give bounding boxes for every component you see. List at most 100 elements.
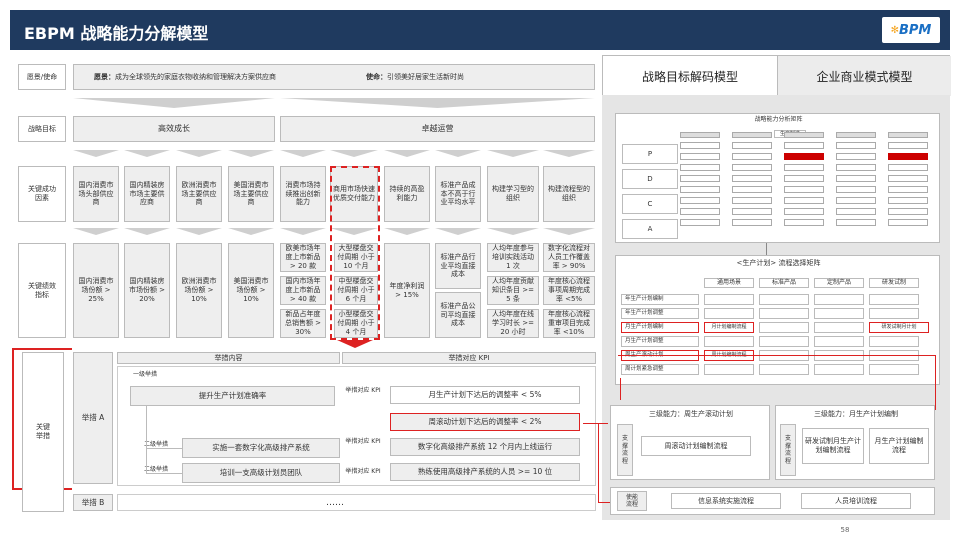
kpi-tag-2: 举措对应 KPI xyxy=(345,438,381,446)
grid-bar xyxy=(732,219,772,226)
matrix-row-label: 月生产计划编制 xyxy=(621,322,699,333)
csf-item: 国内精装房市场主要供应商 xyxy=(124,166,170,222)
grid-bar xyxy=(784,197,824,204)
grid-bar xyxy=(732,197,772,204)
matrix-cell xyxy=(759,308,809,319)
enabling-process-1[interactable]: 信息系统实施流程 xyxy=(671,493,781,509)
matrix-cell-monthly: 月计划编制流程 xyxy=(704,322,754,333)
grid-header-bar xyxy=(836,132,876,138)
mini-matrix-title: 战略能力分析矩阵 xyxy=(754,116,803,124)
tree-line xyxy=(146,448,182,449)
kpi-c10c: 年度核心流程重审项目完成率 <10% xyxy=(543,309,595,338)
csf-item: 国内消费市场头部供应商 xyxy=(73,166,119,222)
pdca-letter: D xyxy=(622,169,678,189)
kpi-c7: 年度净利润 > 15% xyxy=(384,243,430,338)
grid-bar xyxy=(836,208,876,215)
csf-item: 美国消费市场主要供应商 xyxy=(228,166,274,222)
grid-bar xyxy=(732,153,772,160)
grid-bar xyxy=(732,208,772,215)
measures-header-kpi: 举措对应 KPI xyxy=(342,352,596,364)
chevron-down-icon xyxy=(487,150,539,157)
chevron-down-icon xyxy=(280,150,326,157)
csf-item: 标准产品成本不高于行业平均水平 xyxy=(435,166,481,222)
matrix-cell xyxy=(814,364,864,375)
enabling-side: 使能流程 xyxy=(617,491,647,511)
chevron-down-icon xyxy=(228,150,274,157)
grid-bar xyxy=(836,197,876,204)
chevron-down-icon xyxy=(124,150,170,157)
matrix-cell xyxy=(869,294,919,305)
chevron-down-icon xyxy=(73,228,119,235)
chevron-down-icon xyxy=(330,150,378,157)
csf-item: 欧洲消费市场主要供应商 xyxy=(176,166,222,222)
l3-capability-weekly: 三级能力：周生产滚动计划 支撑流程 周滚动计划编制流程 xyxy=(610,405,770,480)
kpi-c9b: 人均年度贡献知识条目 >= 5 条 xyxy=(487,276,539,305)
measure-a-label: 举措 A xyxy=(73,352,113,484)
l3b-side: 支撑流程 xyxy=(780,424,796,476)
tab-strategy-decoding[interactable]: 战略目标解码模型 xyxy=(603,56,777,96)
chevron-down-icon xyxy=(543,150,595,157)
grid-header-bar xyxy=(784,132,824,138)
grid-bar xyxy=(836,142,876,149)
selection-matrix-title: <生产计划> 流程选择矩阵 xyxy=(736,258,821,267)
tab-business-model[interactable]: 企业商业模式模型 xyxy=(777,56,951,96)
measure-level2b: 培训一支高级计划员团队 xyxy=(182,463,340,483)
measure-level2a: 实施一套数字化高级排产系统 xyxy=(182,438,340,458)
grid-bar xyxy=(784,219,824,226)
grid-bar xyxy=(888,186,928,193)
grid-header-bar xyxy=(732,132,772,138)
red-connector xyxy=(598,502,610,503)
model-tabs: 战略目标解码模型 企业商业模式模型 xyxy=(602,55,951,96)
pdca-letter: A xyxy=(622,219,678,239)
kpi-c2: 国内精装房市场份额 > 20% xyxy=(124,243,170,338)
matrix-cell xyxy=(704,336,754,347)
chevron-down-icon xyxy=(384,150,430,157)
grid-bar xyxy=(888,197,928,204)
page-title: EBPM 战略能力分解模型 xyxy=(24,24,209,43)
grid-bar xyxy=(888,208,928,215)
grid-bar xyxy=(784,164,824,171)
chevron-down-icon xyxy=(280,98,595,108)
csf-item: 持续的高盈利能力 xyxy=(384,166,430,222)
matrix-cell xyxy=(704,364,754,375)
chevron-down-icon xyxy=(176,228,222,235)
goal-growth: 高效成长 xyxy=(73,116,275,142)
l3a-process[interactable]: 周滚动计划编制流程 xyxy=(641,436,751,456)
l3b-process-1[interactable]: 研发试制月生产计划编制流程 xyxy=(802,428,864,464)
grid-bar xyxy=(888,142,928,149)
l3b-process-2[interactable]: 月生产计划编制流程 xyxy=(869,428,929,464)
red-connector xyxy=(583,423,608,424)
l3a-side: 支撑流程 xyxy=(617,424,633,476)
chevron-down-icon xyxy=(435,228,481,235)
grid-bar xyxy=(680,219,720,226)
kpi-tag-3: 举措对应 KPI xyxy=(345,468,381,476)
measures-header-content: 举措内容 xyxy=(117,352,340,364)
header-bar: EBPM 战略能力分解模型 ✻ BPM xyxy=(10,10,950,50)
chevron-down-icon xyxy=(73,150,119,157)
kpi-c10a: 数字化流程对人员工作覆盖率 > 90% xyxy=(543,243,595,272)
matrix-cell xyxy=(704,294,754,305)
grid-header-bar xyxy=(888,132,928,138)
kpi-c8b: 标准产品公司平均直接成本 xyxy=(435,292,481,338)
enabling-process-2[interactable]: 人员培训流程 xyxy=(801,493,911,509)
grid-bar xyxy=(680,197,720,204)
kpi-c3: 欧洲消费市场份额 > 10% xyxy=(176,243,222,338)
measure-kpi-2: 周滚动计划下达后的调整率 < 2% xyxy=(390,413,580,431)
kpi-c9c: 人均年度在线学习时长 >= 20 小时 xyxy=(487,309,539,338)
chevron-down-icon xyxy=(228,228,274,235)
connector-line xyxy=(766,243,767,255)
matrix-cell xyxy=(869,308,919,319)
kpi-tag-1: 举措对应 KPI xyxy=(345,387,381,395)
chevron-down-icon xyxy=(487,228,539,235)
kpi-c10b: 年度核心流程事项周期完成率 <5% xyxy=(543,276,595,305)
kpi-c5b: 国内市场年度上市新品 > 40 款 xyxy=(280,276,326,305)
red-connector xyxy=(935,355,936,410)
down-arrow-icon xyxy=(337,340,373,348)
grid-bar xyxy=(888,164,928,171)
page-number: 58 xyxy=(840,525,850,534)
matrix-col-header: 研发试制 xyxy=(869,278,919,288)
grid-bar xyxy=(836,219,876,226)
mini-capability-matrix: 战略能力分析矩阵 生产制造PDCA xyxy=(615,113,940,243)
kpi-c1: 国内消费市场份额 > 25% xyxy=(73,243,119,338)
chevron-down-icon xyxy=(73,98,275,108)
